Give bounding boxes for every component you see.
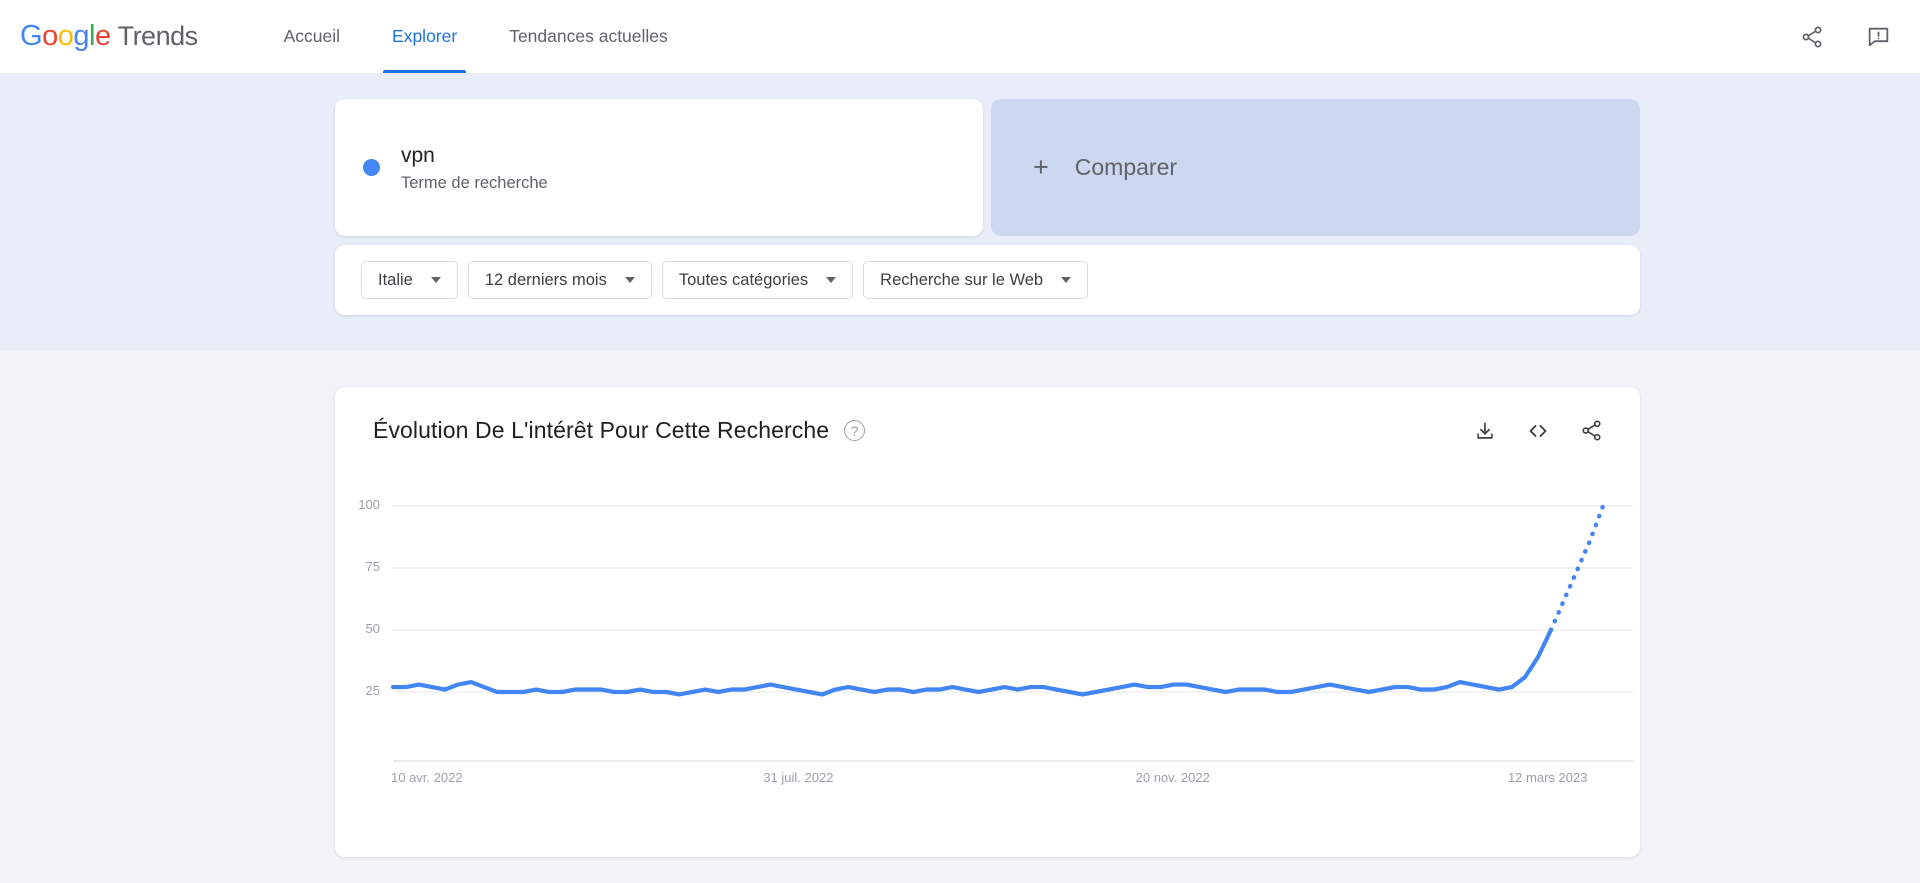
chart-plot-area: 25 50 75 100 10 avr. 2022 31 juil. 2022 20 no… — [335, 444, 1640, 834]
share-icon[interactable] — [1578, 418, 1604, 444]
filter-location-label: Italie — [378, 270, 413, 289]
y-axis-tick: 50 — [365, 621, 380, 636]
embed-icon[interactable] — [1525, 418, 1551, 444]
app-header: Google Trends Accueil Explorer Tendances… — [0, 0, 1920, 73]
y-axis-tick: 25 — [365, 683, 380, 698]
nav-item-tendances-actuelles[interactable]: Tendances actuelles — [504, 0, 673, 73]
download-icon[interactable] — [1472, 418, 1498, 444]
share-icon[interactable] — [1798, 23, 1826, 51]
main-navigation: Accueil Explorer Tendances actuelles — [258, 0, 694, 73]
nav-item-explorer[interactable]: Explorer — [383, 0, 467, 73]
plus-icon: + — [1033, 152, 1049, 182]
y-axis-tick: 75 — [365, 559, 380, 574]
filters-bar: Italie 12 derniers mois Toutes catégorie… — [335, 245, 1640, 315]
filter-category-label: Toutes catégories — [678, 270, 809, 289]
search-term-type: Terme de recherche — [401, 174, 548, 193]
nav-label-tendances: Tendances actuelles — [509, 26, 668, 46]
filter-location[interactable]: Italie — [361, 261, 458, 299]
chevron-down-icon — [430, 277, 441, 283]
series-color-dot — [363, 159, 380, 176]
search-cards-row: vpn Terme de recherche + Comparer — [335, 99, 1640, 236]
chevron-down-icon — [826, 277, 837, 283]
chart-header: Évolution De L'intérêt Pour Cette Recher… — [335, 387, 1640, 444]
add-comparison-button[interactable]: + Comparer — [991, 99, 1640, 236]
filter-time-range-label: 12 derniers mois — [484, 270, 607, 289]
feedback-icon[interactable] — [1864, 23, 1892, 51]
nav-label-accueil: Accueil — [283, 26, 341, 46]
search-term-text: vpn Terme de recherche — [401, 142, 548, 193]
search-term-card[interactable]: vpn Terme de recherche — [335, 99, 983, 236]
logo-letter-o1: o — [42, 20, 58, 52]
logo-letter-e: e — [94, 20, 111, 52]
filter-search-type-label: Recherche sur le Web — [880, 270, 1044, 289]
query-band: vpn Terme de recherche + Comparer Italie… — [0, 73, 1920, 351]
trends-line-chart — [390, 503, 1633, 762]
header-actions — [1798, 23, 1892, 51]
logo-letter-g2: g — [73, 20, 89, 52]
interest-over-time-card: Évolution De L'intérêt Pour Cette Recher… — [335, 387, 1640, 857]
filter-time-range[interactable]: 12 derniers mois — [467, 261, 652, 299]
compare-label: Comparer — [1074, 154, 1178, 180]
chart-title: Évolution De L'intérêt Pour Cette Recher… — [373, 417, 830, 443]
logo-letter-o2: o — [57, 20, 74, 52]
chevron-down-icon — [624, 277, 635, 283]
query-band-inner: vpn Terme de recherche + Comparer Italie… — [335, 99, 1640, 315]
x-axis-tick: 31 juil. 2022 — [763, 770, 834, 785]
nav-label-explorer: Explorer — [392, 26, 458, 46]
filter-category[interactable]: Toutes catégories — [661, 261, 854, 299]
filter-search-type[interactable]: Recherche sur le Web — [863, 261, 1089, 299]
logo-product-name: Trends — [117, 21, 199, 51]
y-axis-tick: 100 — [358, 497, 380, 512]
chart-toolbar — [1472, 418, 1604, 444]
chevron-down-icon — [1061, 277, 1072, 283]
x-axis-tick: 20 nov. 2022 — [1135, 770, 1210, 785]
x-axis-tick: 10 avr. 2022 — [391, 770, 463, 785]
search-term-value: vpn — [401, 143, 435, 167]
main-content: Évolution De L'intérêt Pour Cette Recher… — [0, 351, 1920, 857]
help-icon[interactable]: ? — [844, 420, 866, 441]
nav-item-accueil[interactable]: Accueil — [279, 0, 345, 73]
logo-letter-g: G — [20, 20, 43, 52]
x-axis-tick: 12 mars 2023 — [1507, 770, 1588, 785]
google-trends-logo[interactable]: Google Trends — [20, 20, 198, 53]
